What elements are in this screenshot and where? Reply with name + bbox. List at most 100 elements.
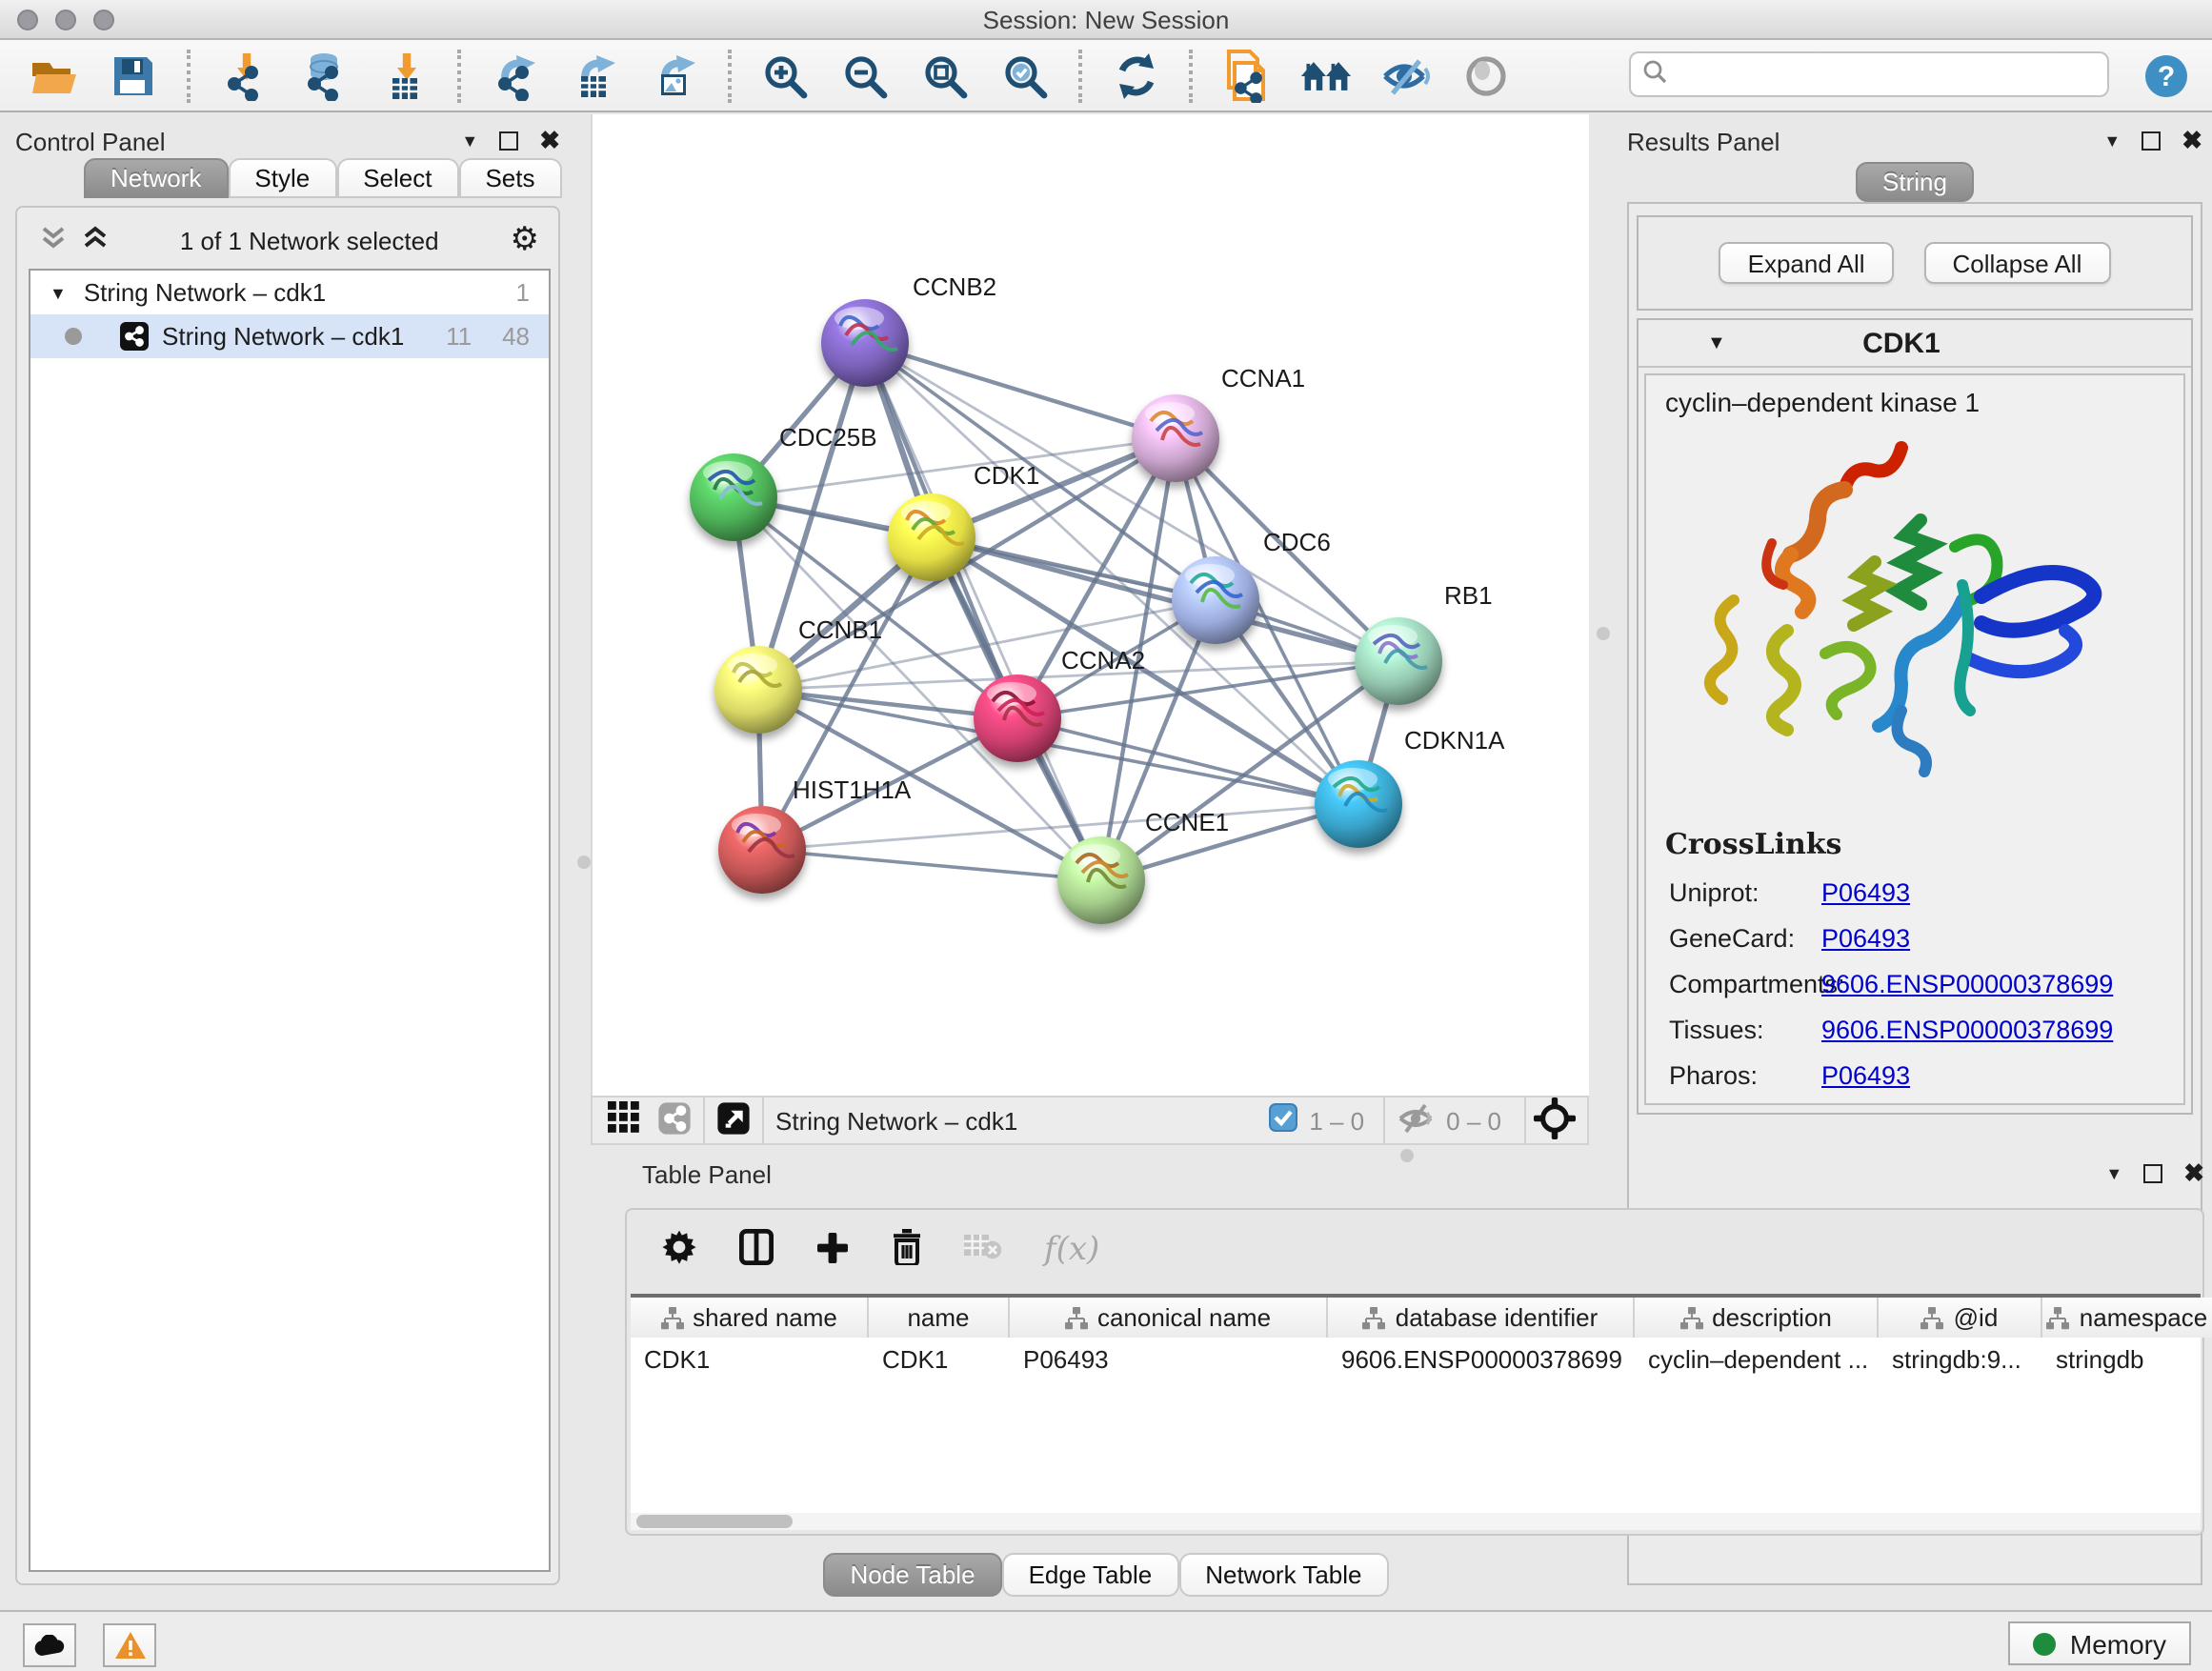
zoom-out-icon[interactable]	[838, 49, 892, 102]
tab-string[interactable]: String	[1856, 162, 1974, 202]
node-CDC6[interactable]: CDC6	[1172, 528, 1331, 644]
node-HIST1H1A[interactable]: HIST1H1A	[718, 775, 912, 894]
table-row[interactable]: CDK1CDK1P064939606.ENSP00000378699cyclin…	[631, 1338, 2201, 1379]
window-title: Session: New Session	[0, 6, 2212, 34]
results-panel-menu-icon[interactable]: ▼	[2103, 131, 2121, 151]
expand-all-button[interactable]: Expand All	[1719, 242, 1894, 284]
warning-button[interactable]	[103, 1623, 156, 1667]
crosslinks-list: Uniprot:P06493GeneCard:P06493Compartment…	[1646, 878, 2183, 1090]
split-columns-icon[interactable]	[739, 1229, 774, 1271]
birds-eye-view-icon[interactable]	[608, 1101, 640, 1139]
network-graph[interactable]: CCNB2CCNA1CDC25BCDK1CDC6RB1CCNB1CCNA2CDK…	[593, 114, 1591, 1096]
tab-node-table[interactable]: Node Table	[823, 1553, 1001, 1597]
import-database-icon[interactable]	[297, 49, 351, 102]
add-icon[interactable]	[815, 1230, 850, 1270]
expand-all-icon[interactable]	[82, 225, 109, 255]
selected-checkbox-icon[interactable]	[1269, 1103, 1297, 1137]
open-external-icon[interactable]	[716, 1100, 751, 1140]
tab-network-table[interactable]: Network Table	[1178, 1553, 1388, 1597]
trash-icon[interactable]	[892, 1229, 922, 1271]
table-panel-menu-icon[interactable]: ▼	[2105, 1164, 2122, 1183]
export-network-icon[interactable]	[488, 49, 541, 102]
control-panel-close-icon[interactable]: ✖	[539, 126, 560, 156]
column-header-description[interactable]: description	[1635, 1298, 1879, 1338]
results-panel-float-icon[interactable]	[2142, 131, 2161, 151]
share-file-icon[interactable]	[1219, 49, 1273, 102]
crosslink-row: Compartments:9606.ENSP00000378699	[1646, 970, 2183, 998]
scrollbar-thumb[interactable]	[636, 1515, 793, 1528]
table-body: CDK1CDK1P064939606.ENSP00000378699cyclin…	[631, 1338, 2201, 1379]
network-row[interactable]: String Network – cdk1 11 48	[30, 314, 549, 358]
column-header-shared-name[interactable]: shared name	[631, 1298, 869, 1338]
zoom-fit-icon[interactable]	[918, 49, 972, 102]
crosslink-link[interactable]: P06493	[1821, 1061, 1910, 1090]
section-expander-icon[interactable]: ▼	[1707, 332, 1726, 353]
fx-icon: f(x)	[1044, 1231, 1099, 1269]
string-badge-icon[interactable]	[657, 1100, 692, 1140]
collection-expander-icon[interactable]: ▼	[50, 283, 67, 302]
bottom-splitter-handle[interactable]	[1400, 1149, 1414, 1162]
open-folder-icon[interactable]	[27, 49, 80, 102]
node-RB1[interactable]: RB1	[1355, 581, 1493, 705]
column-header-name[interactable]: name	[869, 1298, 1010, 1338]
houses-icon[interactable]	[1299, 49, 1353, 102]
node-CCNA1[interactable]: CCNA1	[1132, 364, 1305, 482]
node-CDKN1A[interactable]: CDKN1A	[1315, 726, 1505, 848]
control-panel-menu-icon[interactable]: ▼	[461, 131, 478, 151]
crosslink-link[interactable]: P06493	[1821, 924, 1910, 953]
column-header--id[interactable]: @id	[1879, 1298, 2042, 1338]
tab-style[interactable]: Style	[228, 158, 336, 198]
tab-edge-table[interactable]: Edge Table	[1002, 1553, 1179, 1597]
crosslinks-title: CrossLinks	[1665, 827, 2183, 861]
gear-icon[interactable]	[661, 1229, 697, 1271]
import-table-icon[interactable]	[377, 49, 431, 102]
edge-CCNB2-CCNA1[interactable]	[865, 343, 1176, 438]
tab-sets[interactable]: Sets	[458, 158, 561, 198]
zoom-in-icon[interactable]	[758, 49, 812, 102]
refresh-icon[interactable]	[1109, 49, 1162, 102]
help-button[interactable]: ?	[2143, 53, 2189, 99]
save-icon[interactable]	[107, 49, 160, 102]
memory-button[interactable]: Memory	[2009, 1621, 2191, 1665]
search-field[interactable]	[1629, 51, 2109, 97]
table-panel-float-icon[interactable]	[2143, 1164, 2162, 1183]
right-splitter-handle[interactable]	[1597, 627, 1610, 640]
gear-icon[interactable]: ⚙	[511, 221, 540, 259]
cell-canonical-name: P06493	[1010, 1338, 1328, 1379]
table-horizontal-scrollbar[interactable]	[631, 1513, 2201, 1530]
svg-text:?: ?	[2158, 61, 2175, 92]
tab-network[interactable]: Network	[84, 158, 228, 198]
import-network-icon[interactable]	[217, 49, 271, 102]
table-panel-close-icon[interactable]: ✖	[2183, 1158, 2204, 1189]
network-selected-label: 1 of 1 Network selected	[109, 226, 511, 254]
control-panel-title: Control Panel	[15, 127, 166, 155]
tab-select[interactable]: Select	[336, 158, 458, 198]
zoom-selected-icon[interactable]	[998, 49, 1052, 102]
export-image-icon[interactable]	[648, 49, 701, 102]
network-canvas[interactable]: CCNB2CCNA1CDC25BCDK1CDC6RB1CCNB1CCNA2CDK…	[591, 114, 1589, 1096]
results-panel-title: Results Panel	[1627, 127, 1780, 155]
collapse-all-icon[interactable]	[40, 225, 67, 255]
gray-eye-icon[interactable]	[1459, 49, 1513, 102]
left-splitter-handle[interactable]	[577, 856, 591, 869]
crosslink-link[interactable]: P06493	[1821, 878, 1910, 907]
edge-CDC6-CCNB1[interactable]	[758, 600, 1216, 690]
crosslink-link[interactable]: 9606.ENSP00000378699	[1821, 1016, 2113, 1044]
results-panel-close-icon[interactable]: ✖	[2182, 126, 2202, 156]
node-table[interactable]: shared namenamecanonical namedatabase id…	[631, 1294, 2201, 1519]
fit-selected-crosshair-icon[interactable]	[1534, 1097, 1576, 1144]
collapse-all-button[interactable]: Collapse All	[1924, 242, 2111, 284]
search-input[interactable]	[1667, 58, 2107, 91]
column-header-database-identifier[interactable]: database identifier	[1328, 1298, 1635, 1338]
collection-label: String Network – cdk1	[84, 278, 516, 307]
hide-eye-icon[interactable]	[1379, 49, 1433, 102]
crosslink-link[interactable]: 9606.ENSP00000378699	[1821, 970, 2113, 998]
column-header-namespace[interactable]: namespace	[2042, 1298, 2212, 1338]
collection-count: 1	[516, 278, 530, 307]
network-collection-row[interactable]: ▼ String Network – cdk1 1	[30, 271, 549, 314]
export-table-icon[interactable]	[568, 49, 621, 102]
cloud-button[interactable]	[23, 1623, 76, 1667]
control-panel-float-icon[interactable]	[499, 131, 518, 151]
edge-CDKN1A-HIST1H1A[interactable]	[762, 804, 1358, 850]
column-header-canonical-name[interactable]: canonical name	[1010, 1298, 1328, 1338]
